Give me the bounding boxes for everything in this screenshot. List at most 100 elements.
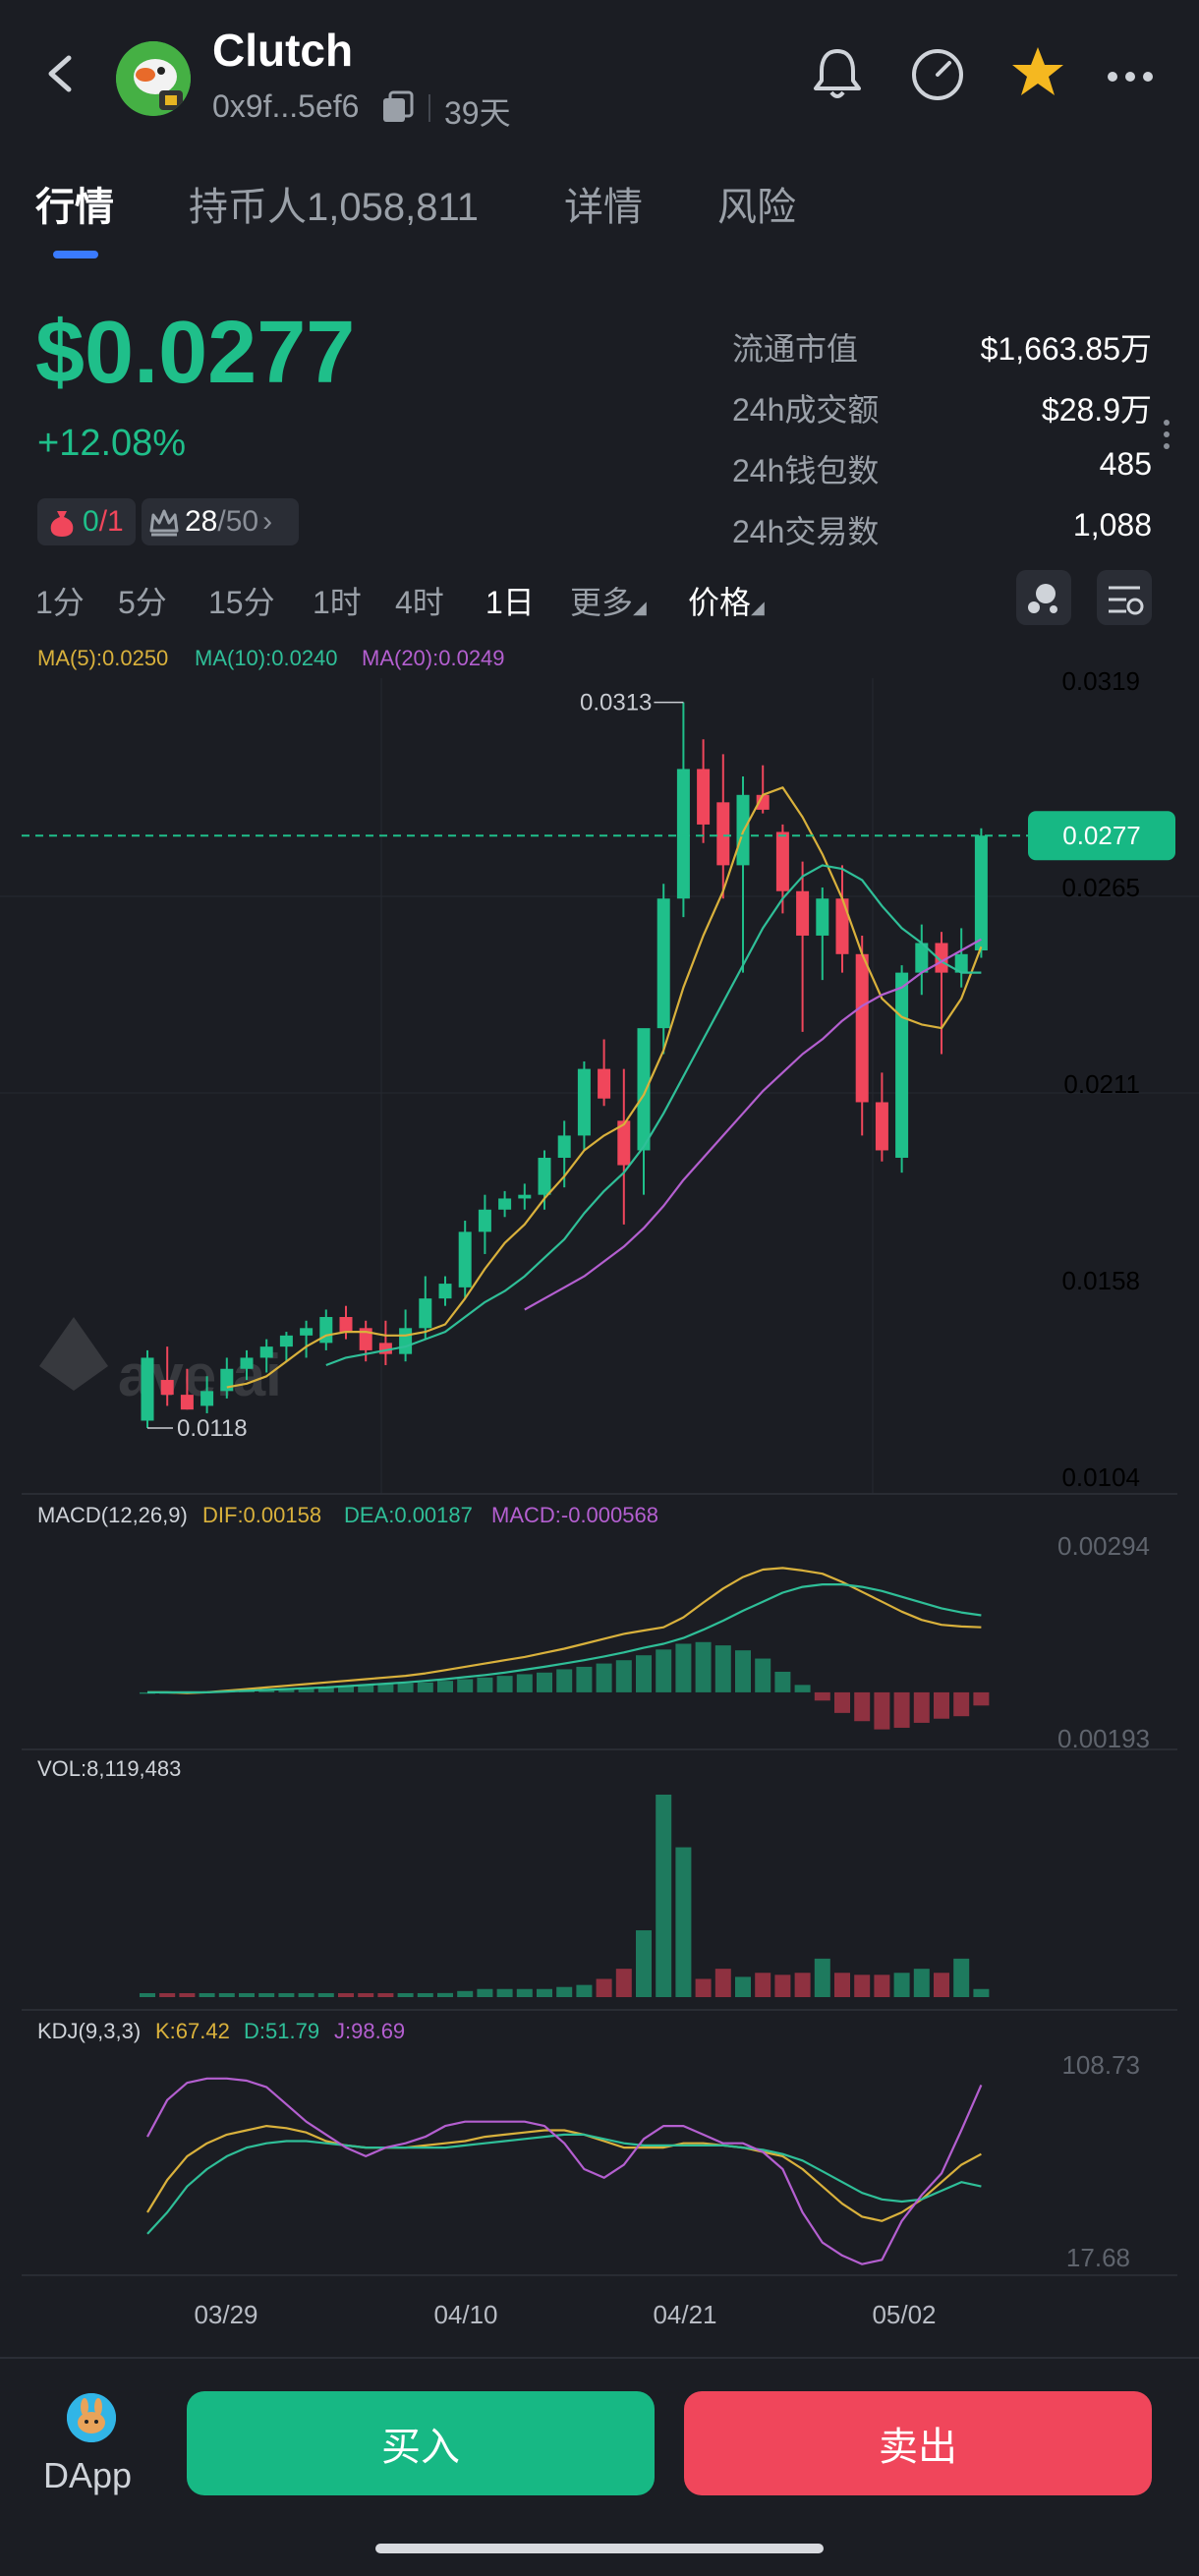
tab-risk[interactable]: 风险 bbox=[717, 175, 796, 232]
vertical-dots-icon bbox=[1164, 420, 1170, 449]
macd-y-tick: 0.00193 bbox=[1057, 1724, 1150, 1753]
interval-5m[interactable]: 5分 bbox=[118, 578, 167, 623]
kdj-d-line bbox=[146, 2133, 982, 2235]
bag-count: 0 bbox=[83, 505, 99, 538]
volume-bar bbox=[179, 1993, 196, 1997]
kdj-d-legend: D:51.79 bbox=[244, 2019, 319, 2043]
tab-market[interactable]: 行情 bbox=[35, 175, 114, 232]
candle-body bbox=[498, 1198, 512, 1210]
volume-bar bbox=[437, 1992, 453, 1997]
crown-count: 28 bbox=[185, 505, 218, 538]
volume-bar bbox=[239, 1993, 255, 1997]
dapp-label[interactable]: DApp bbox=[43, 2455, 132, 2496]
y-tick: 0.0158 bbox=[1061, 1266, 1140, 1295]
volume-bar bbox=[199, 1993, 215, 1997]
tab-holders[interactable]: 持币人1,058,811 bbox=[189, 175, 479, 232]
price-chart[interactable]: ave.ai MA(5):0.0250 MA(10):0.0240 MA(20)… bbox=[0, 639, 1199, 2339]
stat-label-trades: 24h交易数 bbox=[732, 514, 880, 549]
macd-bar bbox=[714, 1645, 731, 1692]
candle-body bbox=[399, 1328, 413, 1354]
back-button[interactable] bbox=[29, 44, 88, 103]
copy-icon[interactable] bbox=[381, 90, 415, 124]
tab-indicator bbox=[53, 251, 98, 258]
candle-body bbox=[637, 1028, 651, 1151]
indicator-settings-button[interactable] bbox=[1016, 570, 1071, 625]
candle-body bbox=[697, 769, 711, 825]
macd-bar bbox=[556, 1669, 573, 1692]
kdj-k-line bbox=[146, 2124, 982, 2222]
interval-more-label: 更多 bbox=[570, 585, 634, 620]
candle-body bbox=[279, 1335, 293, 1347]
candle-body bbox=[180, 1395, 194, 1410]
volume-bar bbox=[913, 1969, 930, 1997]
more-icon bbox=[1108, 72, 1153, 82]
stat-value-wallets: 485 bbox=[1099, 446, 1152, 482]
volume-bar bbox=[596, 1978, 612, 1997]
interval-4h[interactable]: 4时 bbox=[395, 578, 444, 623]
speed-button[interactable] bbox=[906, 41, 969, 104]
macd-bar bbox=[913, 1691, 930, 1723]
crown-total: /50 bbox=[217, 505, 259, 538]
bag-badge[interactable]: 0/1 bbox=[37, 498, 136, 545]
macd-bar bbox=[615, 1660, 632, 1692]
macd-bar bbox=[854, 1691, 871, 1722]
macd-bar bbox=[377, 1684, 394, 1692]
candle-body bbox=[419, 1298, 432, 1329]
volume-bar bbox=[317, 1993, 334, 1997]
notification-button[interactable] bbox=[806, 41, 869, 104]
interval-1m[interactable]: 1分 bbox=[35, 578, 85, 623]
volume-bar bbox=[774, 1975, 791, 1997]
token-name: Clutch bbox=[212, 25, 354, 76]
volume-bar bbox=[636, 1930, 652, 1997]
volume-bar bbox=[695, 1978, 712, 1997]
current-price-tag: 0.0277 bbox=[1028, 811, 1175, 861]
sell-button[interactable]: 卖出 bbox=[684, 2391, 1152, 2495]
macd-bar bbox=[973, 1691, 990, 1706]
chart-mode-select[interactable]: 价格◢ bbox=[688, 578, 765, 623]
volume-bar bbox=[537, 1988, 552, 1997]
y-axis-main: 0.0319 0.0265 0.0211 0.0158 0.0104 bbox=[1061, 666, 1140, 1492]
macd-bar bbox=[457, 1679, 474, 1692]
volume-bar bbox=[516, 1988, 533, 1997]
low-marker: 0.0118 bbox=[147, 1415, 248, 1442]
buy-button[interactable]: 买入 bbox=[187, 2391, 655, 2495]
volume-bar bbox=[377, 1993, 394, 1997]
interval-1d[interactable]: 1日 bbox=[485, 578, 535, 623]
dapp-icon[interactable] bbox=[67, 2393, 116, 2442]
divider bbox=[428, 94, 430, 122]
interval-1h[interactable]: 1时 bbox=[313, 578, 362, 623]
volume-legend: VOL:8,119,483 bbox=[37, 1756, 181, 1781]
candle-body bbox=[557, 1135, 571, 1158]
candle-body bbox=[339, 1317, 353, 1333]
star-icon bbox=[1012, 47, 1063, 95]
volume-bar bbox=[457, 1990, 474, 1997]
tab-details[interactable]: 详情 bbox=[564, 175, 643, 232]
ma20-legend: MA(20):0.0249 bbox=[362, 646, 505, 670]
crown-badge[interactable]: 28/50 › bbox=[142, 498, 299, 545]
candle-body bbox=[300, 1328, 314, 1336]
more-button[interactable] bbox=[1099, 41, 1162, 104]
macd-y-tick: 0.00294 bbox=[1057, 1531, 1150, 1561]
back-icon bbox=[48, 55, 72, 92]
volume-bar bbox=[417, 1993, 433, 1997]
favorite-button[interactable] bbox=[1006, 41, 1069, 104]
macd-bar bbox=[675, 1643, 692, 1692]
candle-body bbox=[220, 1368, 234, 1392]
chart-settings-button[interactable] bbox=[1097, 570, 1152, 625]
high-label: 0.0313 bbox=[580, 690, 652, 716]
side-handle[interactable] bbox=[1162, 417, 1171, 461]
home-indicator[interactable] bbox=[375, 2544, 824, 2553]
y-tick: 0.0104 bbox=[1061, 1462, 1140, 1492]
dropdown-triangle-icon: ◢ bbox=[751, 598, 765, 617]
volume-bar bbox=[258, 1993, 275, 1997]
volume-bar bbox=[615, 1969, 632, 1997]
interval-more[interactable]: 更多◢ bbox=[570, 578, 647, 623]
candle-body bbox=[141, 1357, 154, 1421]
candle-body bbox=[796, 890, 810, 936]
macd-value-legend: MACD:-0.000568 bbox=[491, 1503, 658, 1527]
ma20-line bbox=[524, 938, 982, 1311]
gauge-icon bbox=[912, 49, 963, 100]
macd-bar bbox=[953, 1691, 970, 1717]
interval-15m[interactable]: 15分 bbox=[208, 578, 275, 623]
volume-bar bbox=[397, 1993, 414, 1997]
